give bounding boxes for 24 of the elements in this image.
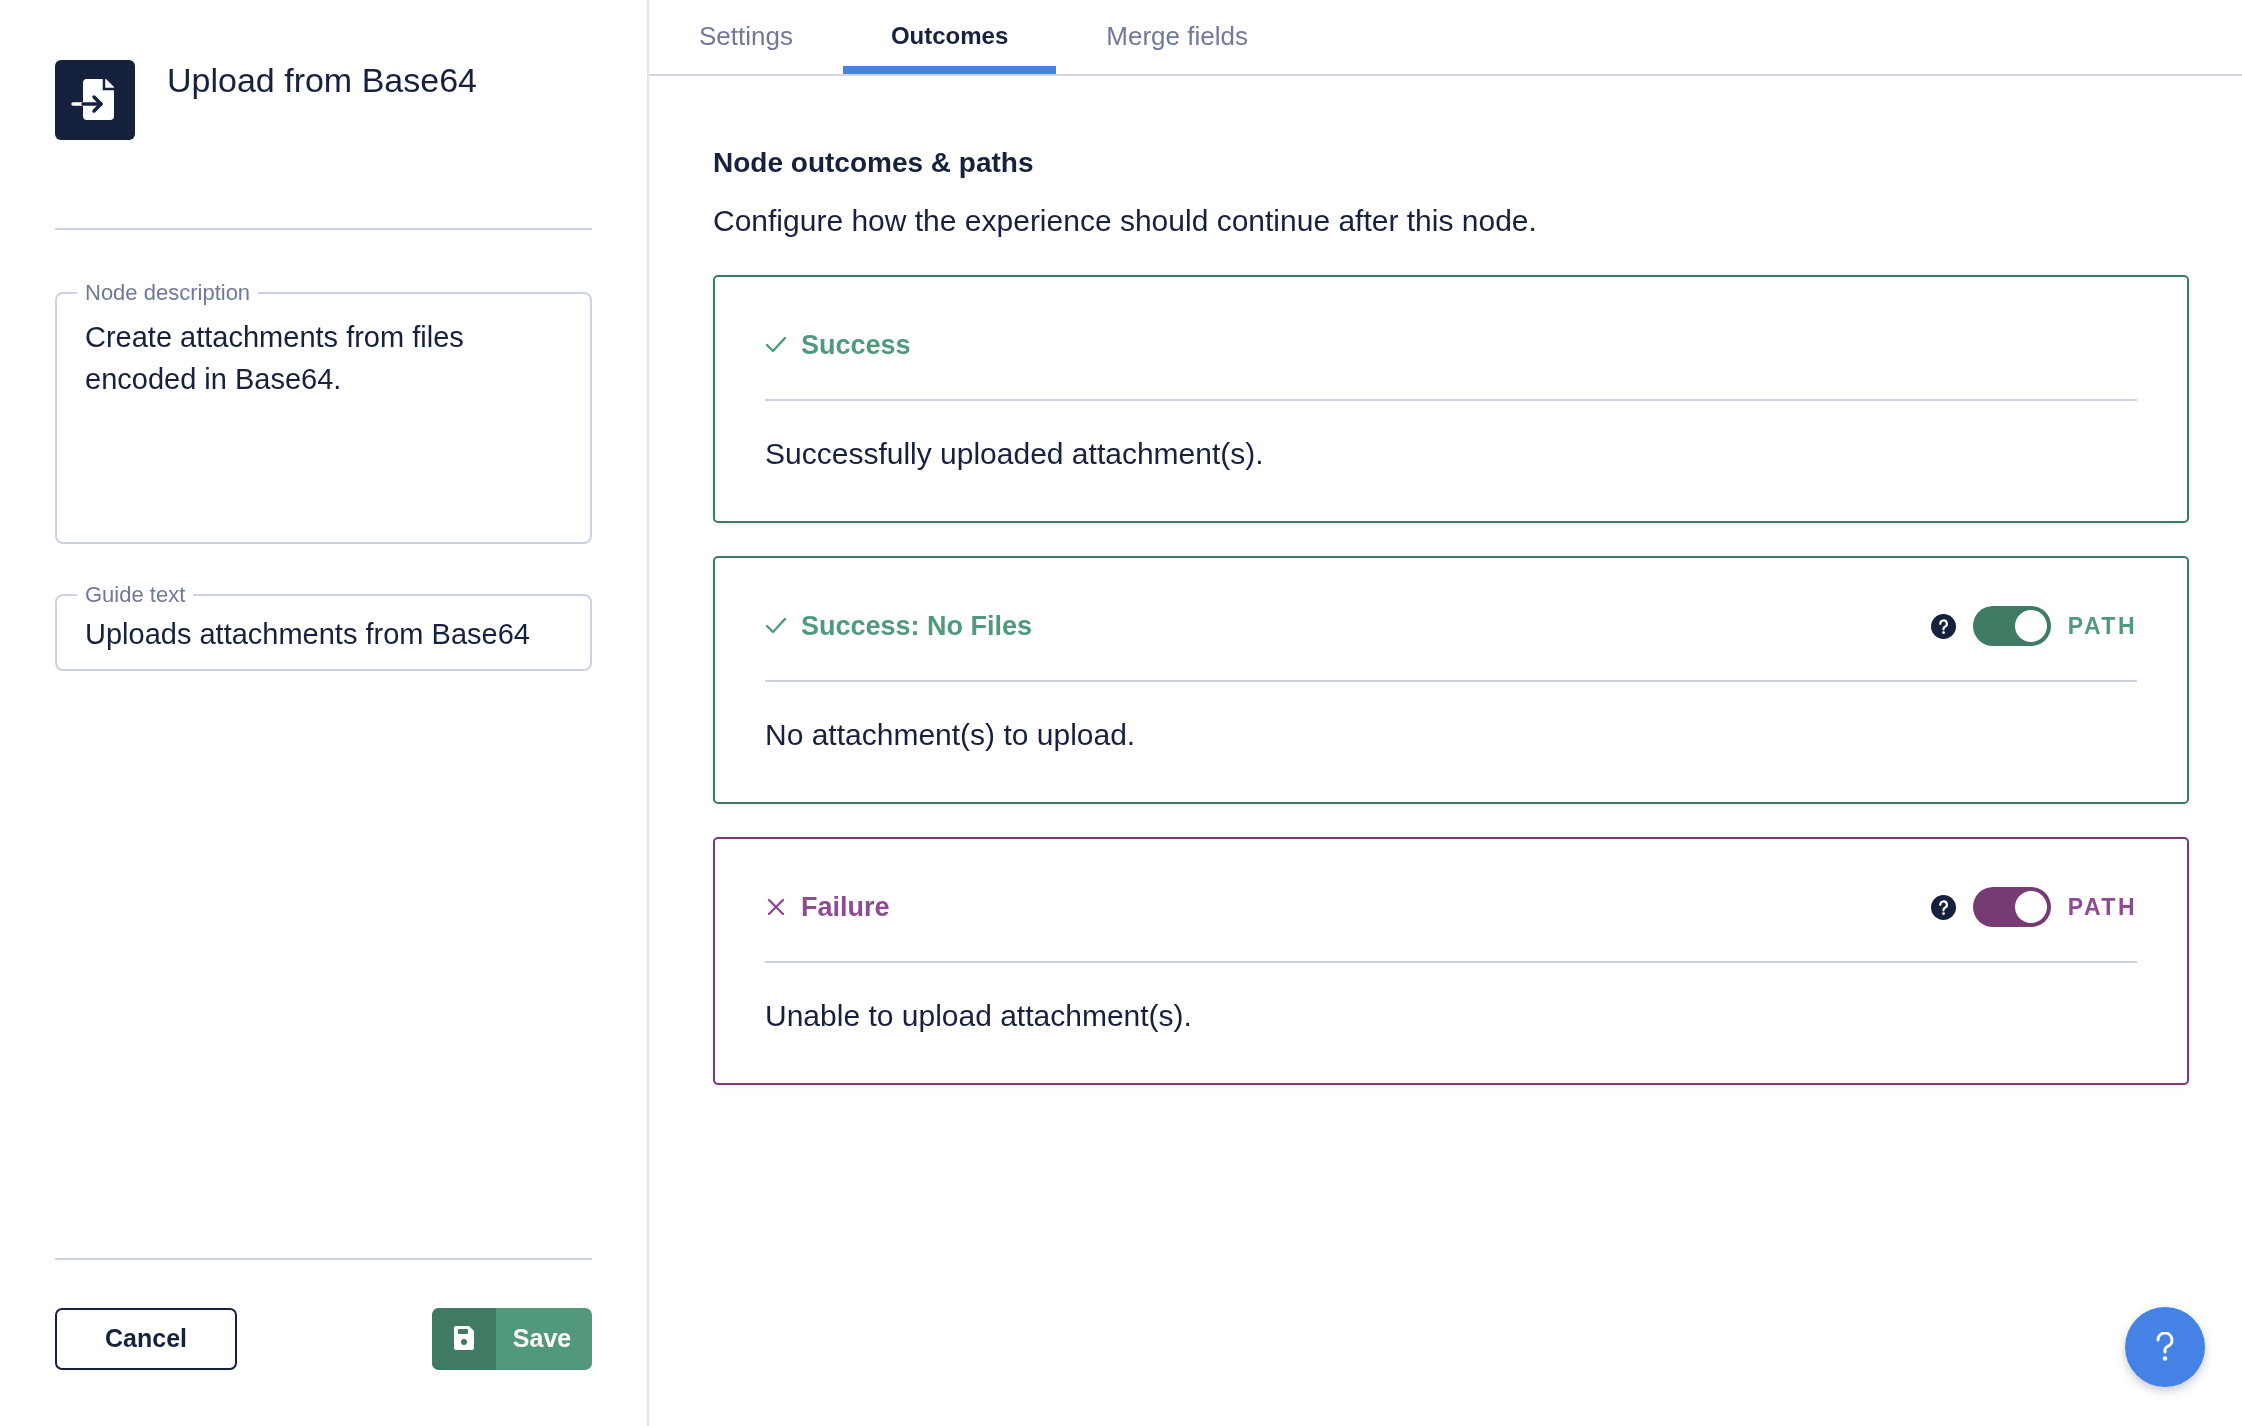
section-heading: Node outcomes & paths xyxy=(713,146,1035,180)
outcome-description: No attachment(s) to upload. xyxy=(765,717,1137,753)
path-toggle[interactable] xyxy=(1972,606,2051,646)
tab[interactable]: Outcomes xyxy=(842,0,1057,74)
path-label: PATH xyxy=(2067,611,2137,641)
help-icon xyxy=(1930,613,1956,639)
outcome-title: Failure xyxy=(801,891,890,924)
path-label: PATH xyxy=(2067,892,2137,922)
tab[interactable]: Merge fields xyxy=(1058,0,1296,74)
tab[interactable]: Settings xyxy=(651,0,841,74)
path-toggle[interactable] xyxy=(1972,887,2051,927)
outcome-description: Successfully uploaded attachment(s). xyxy=(765,436,1265,472)
help-button[interactable] xyxy=(2125,1307,2205,1387)
outcome-title: Success: No Files xyxy=(801,610,1033,643)
outcome-title: Success xyxy=(801,329,911,362)
outcome-description: Unable to upload attachment(s). xyxy=(765,998,1193,1034)
section-description: Configure how the experience should continue after this node. xyxy=(713,203,1538,239)
help-icon xyxy=(1930,894,1956,920)
node-title: Upload from Base64 xyxy=(167,60,477,100)
cancel-button[interactable]: Cancel xyxy=(55,1308,237,1370)
question-mark-icon xyxy=(2155,1332,2175,1362)
field-label: Guide text xyxy=(84,582,187,608)
x-icon xyxy=(765,896,787,918)
field-label: Node description xyxy=(84,280,252,306)
